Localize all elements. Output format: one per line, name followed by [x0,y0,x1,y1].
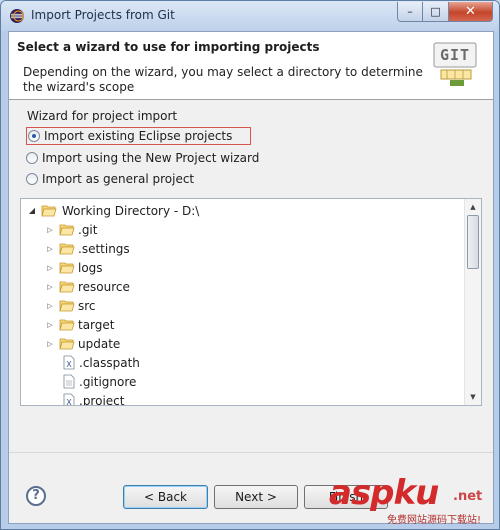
tree-item[interactable]: X .classpath [55,353,140,372]
radio-button-checked[interactable] [28,130,40,142]
git-logo: GIT [433,42,481,88]
collapsed-arrow-icon[interactable]: ▷ [45,283,55,291]
folder-icon [59,224,75,236]
dialog-window: Import Projects from Git – □ ✕ Select a … [0,0,500,530]
folder-icon [59,243,75,255]
tree-item-label: .settings [78,241,130,256]
dialog-content: Select a wizard to use for importing pro… [8,31,494,524]
next-button[interactable]: Next > [214,485,298,509]
radio-import-general[interactable]: Import as general project [26,170,194,188]
help-icon[interactable]: ? [26,486,46,506]
scroll-up-arrow-icon[interactable]: ▲ [465,199,481,215]
tree-item[interactable]: ▷ resource [45,277,130,296]
tree-root-label: Working Directory - D:\ [62,203,200,218]
tree-item-label: update [78,336,121,351]
svg-text:X: X [66,398,72,406]
folder-icon [59,319,75,331]
text-file-icon [63,374,75,389]
folder-icon [59,338,75,350]
back-button[interactable]: < Back [123,485,208,509]
tree-item[interactable]: X .project [55,391,125,406]
folder-icon [59,300,75,312]
scroll-thumb[interactable] [467,215,479,269]
tree-scrollbar[interactable]: ▲ ▼ [464,199,481,405]
maximize-button[interactable]: □ [423,2,449,22]
open-folder-icon [41,205,57,217]
tree-item[interactable]: ▷ src [45,296,96,315]
page-title: Select a wizard to use for importing pro… [17,40,320,54]
tree-item-label: .git [78,222,98,237]
radio-label: Import existing Eclipse projects [44,129,233,143]
radio-button[interactable] [26,173,38,185]
minimize-button[interactable]: – [397,2,423,22]
title-bar[interactable]: Import Projects from Git – □ ✕ [1,1,499,31]
group-label: Wizard for project import [27,109,178,123]
tree-item[interactable]: .gitignore [55,372,136,391]
collapsed-arrow-icon[interactable]: ▷ [45,264,55,272]
scroll-down-arrow-icon[interactable]: ▼ [465,389,481,405]
folder-icon [59,281,75,293]
watermark-suffix: .net [453,489,483,504]
radio-import-new-project-wizard[interactable]: Import using the New Project wizard [26,149,259,167]
watermark-subtitle: 免费网站源码下载站! [387,515,482,526]
footer-separator [9,452,493,453]
radio-label: Import as general project [42,172,195,186]
tree-item[interactable]: ▷ .settings [45,239,130,258]
radio-button[interactable] [26,152,38,164]
tree-item-label: target [78,317,115,332]
eclipse-icon [10,9,24,23]
project-tree[interactable]: ◢ Working Directory - D:\ ▷ .git ▷ .sett… [20,198,482,406]
page-description: Depending on the wizard, you may select … [23,65,423,94]
collapsed-arrow-icon[interactable]: ▷ [45,226,55,234]
tree-item[interactable]: ▷ update [45,334,120,353]
tree-root-working-directory[interactable]: ◢ Working Directory - D:\ [27,201,201,220]
tree-item-label: resource [78,279,130,294]
collapsed-arrow-icon[interactable]: ▷ [45,340,55,348]
expand-arrow-icon[interactable]: ◢ [27,206,37,215]
tree-item-label: .project [79,393,125,406]
window-title: Import Projects from Git [31,8,175,22]
wizard-header: Select a wizard to use for importing pro… [9,32,493,100]
xml-file-icon: X [63,355,75,370]
tree-item-label: .classpath [79,355,140,370]
tree-item[interactable]: ▷ logs [45,258,103,277]
collapsed-arrow-icon[interactable]: ▷ [45,321,55,329]
tree-item-label: logs [78,260,103,275]
tree-item-label: src [78,298,96,313]
tree-item[interactable]: ▷ .git [45,220,97,239]
watermark-logo: aspku [329,473,439,513]
collapsed-arrow-icon[interactable]: ▷ [45,302,55,310]
xml-file-icon: X [63,393,75,406]
svg-text:X: X [66,360,72,369]
folder-icon [59,262,75,274]
radio-import-existing[interactable]: Import existing Eclipse projects [26,127,251,145]
tree-item[interactable]: ▷ target [45,315,115,334]
collapsed-arrow-icon[interactable]: ▷ [45,245,55,253]
close-button[interactable]: ✕ [449,2,493,22]
radio-label: Import using the New Project wizard [42,151,260,165]
git-logo-text: GIT [439,46,471,64]
window-controls: – □ ✕ [397,2,493,22]
tree-item-label: .gitignore [79,374,137,389]
watermark: aspku .net 免费网站源码下载站! [329,473,499,529]
